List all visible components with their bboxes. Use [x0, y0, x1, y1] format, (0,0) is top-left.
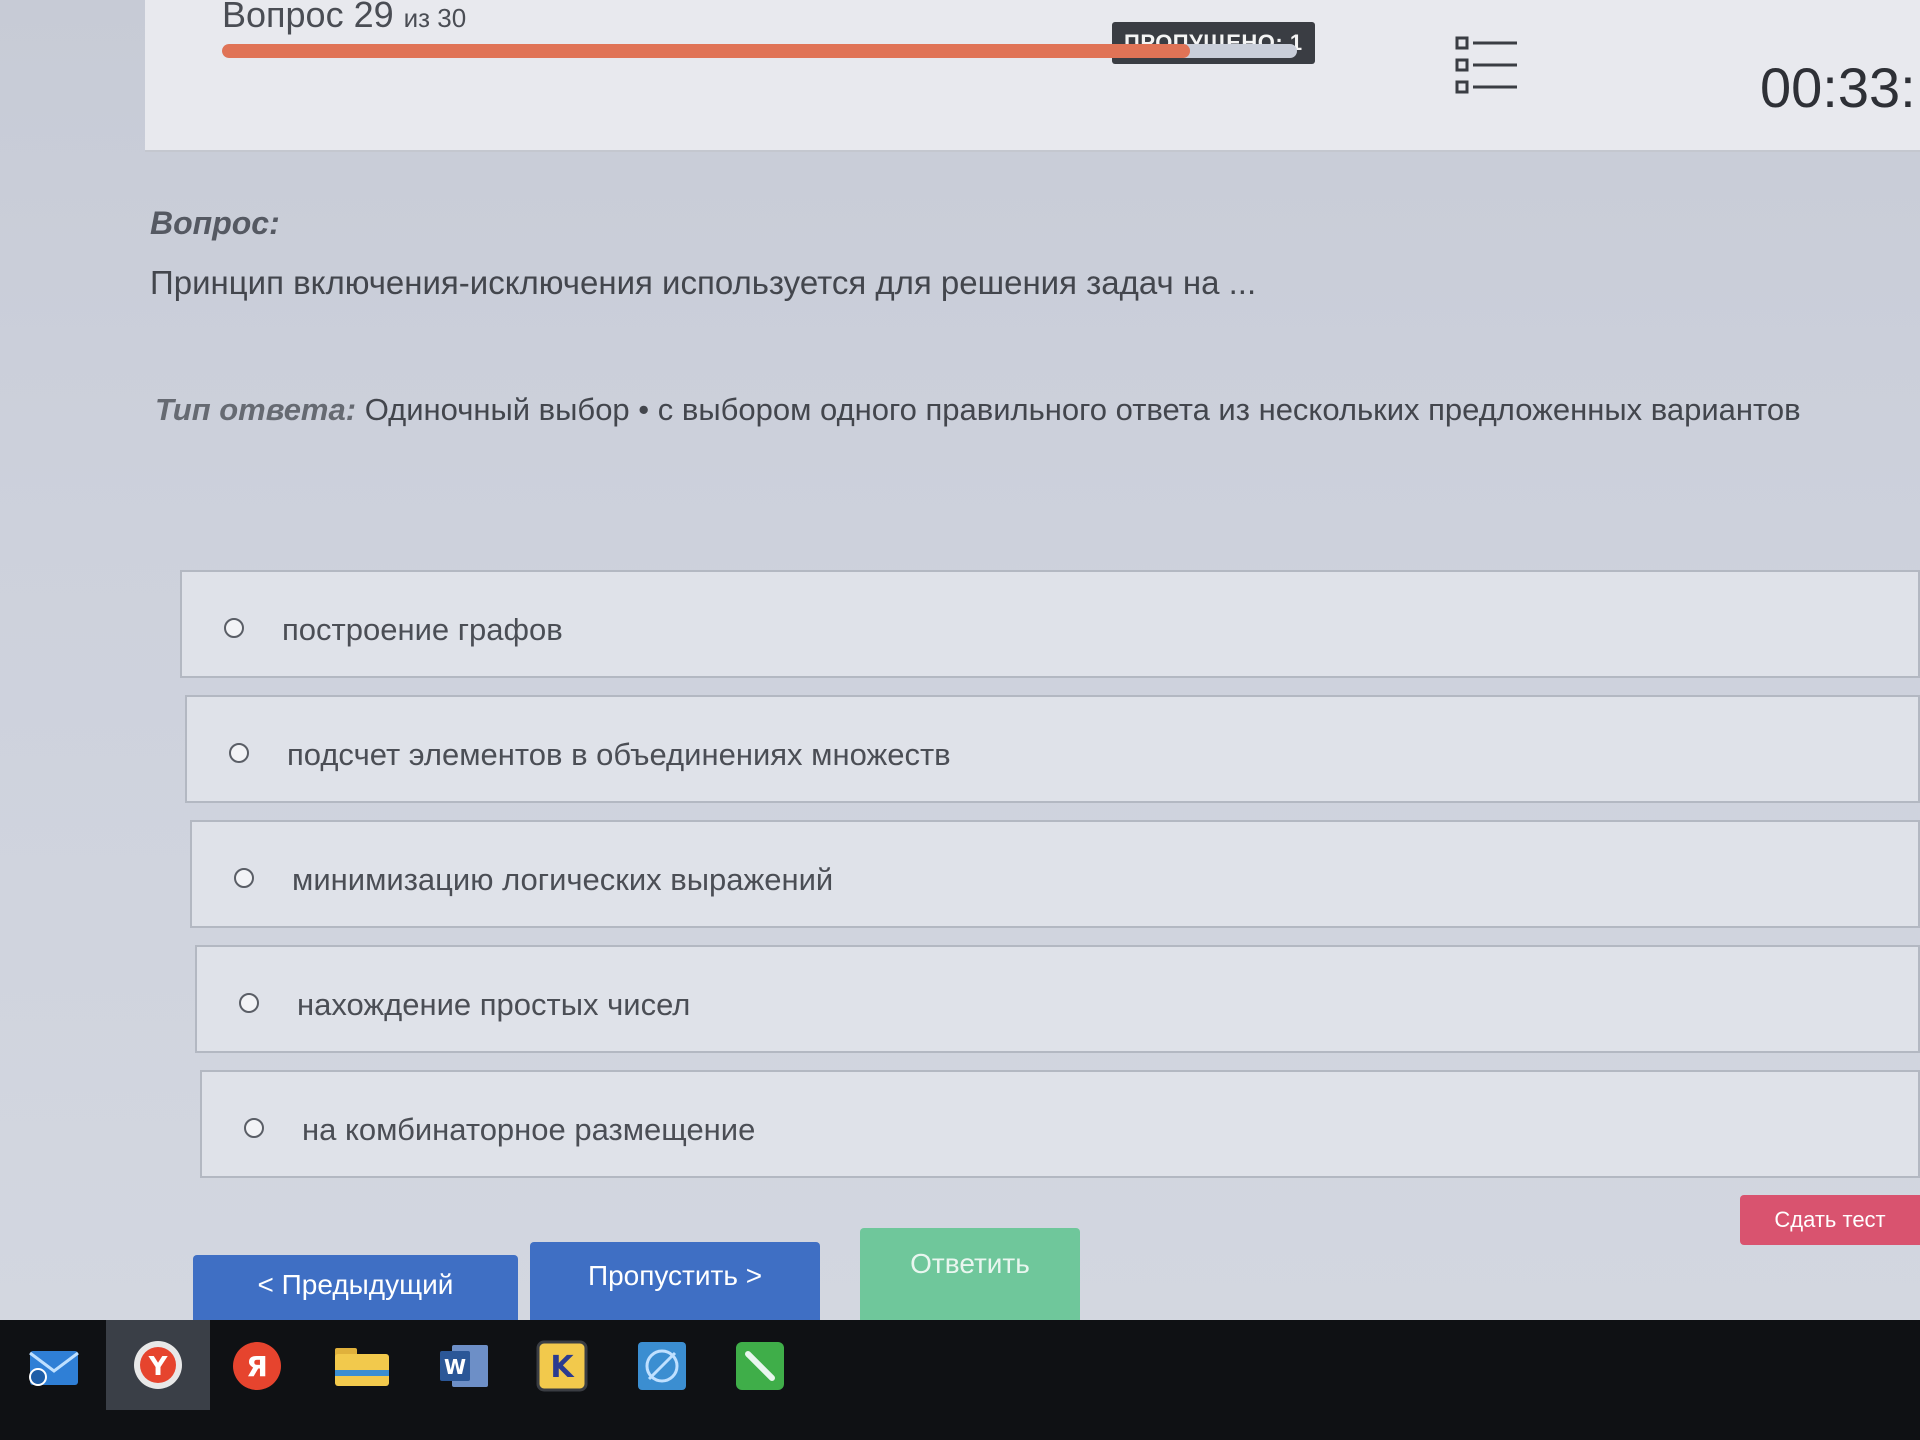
outlook-mail-icon[interactable]	[22, 1334, 86, 1398]
radio-button[interactable]	[224, 618, 244, 638]
radio-button[interactable]	[229, 743, 249, 763]
file-explorer-icon[interactable]	[330, 1334, 394, 1398]
green-app-icon[interactable]	[728, 1334, 792, 1398]
question-counter-number: Вопрос 29	[222, 0, 394, 35]
radio-button[interactable]	[244, 1118, 264, 1138]
svg-text:Я: Я	[246, 1350, 268, 1383]
answer-button[interactable]: Ответить	[860, 1228, 1080, 1320]
screen: Вопрос 29 из 30 ПРОПУЩЕНО: 1 00:33:1 Воп…	[0, 0, 1920, 1320]
svg-text:W: W	[444, 1355, 466, 1379]
yandex-icon[interactable]: Я	[225, 1334, 289, 1398]
list-icon	[1455, 36, 1517, 94]
answer-option-label: на комбинаторное размещение	[302, 1112, 756, 1147]
folder-icon	[335, 1348, 389, 1386]
progress-fill	[222, 44, 1190, 58]
taskbar: Y Я W K	[0, 1320, 1920, 1440]
skip-button[interactable]: Пропустить >	[530, 1242, 820, 1320]
radio-button[interactable]	[239, 993, 259, 1013]
question-text: Принцип включения-исключения используетс…	[150, 264, 1257, 301]
svg-text:Y: Y	[148, 1352, 169, 1382]
progress-bar	[222, 44, 1297, 58]
k-letter-icon: K	[536, 1340, 588, 1392]
word-icon[interactable]: W	[432, 1334, 496, 1398]
globe-icon	[638, 1342, 686, 1390]
question-label: Вопрос:	[150, 205, 280, 241]
answer-option-label: нахождение простых чисел	[297, 987, 691, 1022]
answer-type: Тип ответа: Одиночный выбор • с выбором …	[155, 392, 1801, 428]
answer-type-value: Одиночный выбор • с выбором одного прави…	[364, 392, 1801, 427]
answer-option-label: подсчет элементов в объединениях множест…	[287, 737, 951, 772]
answer-option-label: построение графов	[282, 612, 563, 647]
answer-option[interactable]: подсчет элементов в объединениях множест…	[185, 695, 1920, 803]
svg-text:K: K	[550, 1350, 575, 1385]
radio-button[interactable]	[234, 868, 254, 888]
question-counter: Вопрос 29 из 30	[222, 0, 466, 36]
browser-icon: Y	[134, 1341, 182, 1389]
answer-option[interactable]: построение графов	[180, 570, 1920, 678]
question-counter-total: из 30	[403, 3, 467, 33]
globe-app-icon[interactable]	[630, 1334, 694, 1398]
question-list-button[interactable]	[1455, 35, 1519, 95]
submit-test-button[interactable]: Сдать тест	[1740, 1195, 1920, 1245]
answer-option[interactable]: на комбинаторное размещение	[200, 1070, 1920, 1178]
mail-icon	[29, 1351, 79, 1386]
word-document-icon: W	[440, 1345, 488, 1387]
answer-option-label: минимизацию логических выражений	[292, 862, 834, 897]
yandex-logo-icon: Я	[233, 1342, 281, 1390]
yandex-browser-icon[interactable]: Y	[106, 1320, 210, 1410]
answer-option[interactable]: нахождение простых чисел	[195, 945, 1920, 1053]
answer-option[interactable]: минимизацию логических выражений	[190, 820, 1920, 928]
pencil-icon	[736, 1342, 784, 1390]
answer-type-label: Тип ответа:	[155, 392, 357, 427]
timer: 00:33:1	[1760, 56, 1920, 119]
previous-button[interactable]: < Предыдущий	[193, 1255, 518, 1320]
k-app-icon[interactable]: K	[530, 1334, 594, 1398]
